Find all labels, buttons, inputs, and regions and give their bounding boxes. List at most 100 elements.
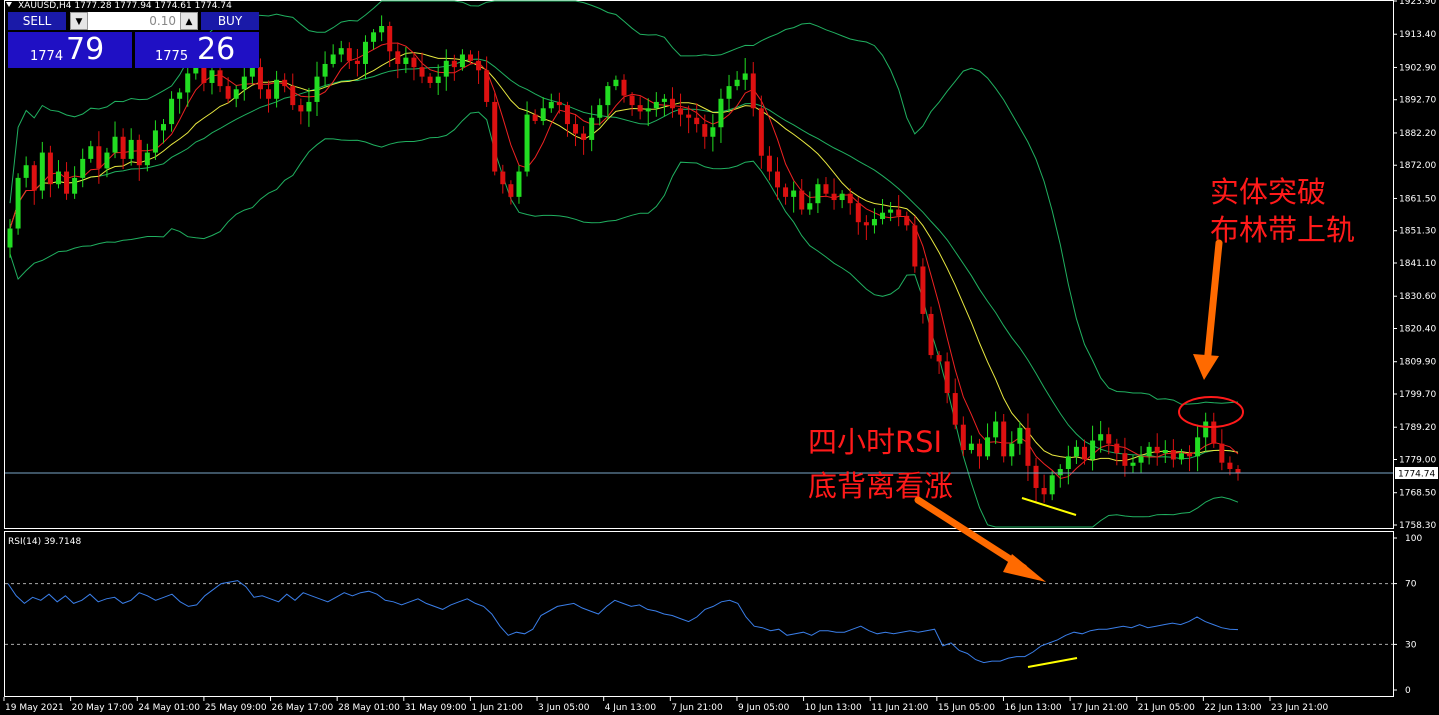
candle	[298, 98, 304, 125]
candle	[726, 74, 732, 113]
candle	[379, 15, 385, 42]
candle	[855, 197, 861, 235]
candle	[55, 160, 61, 189]
candle	[322, 51, 328, 88]
time-tick-label: 24 May 01:00	[138, 703, 200, 713]
buy-price-quote[interactable]: 1775 26	[135, 32, 259, 68]
candle	[7, 219, 13, 258]
candle	[1138, 446, 1144, 474]
candle	[1033, 457, 1039, 504]
chart-canvas[interactable]: 1923.90 1913.40 1902.90 1892.70 1882.20 1872.…	[0, 0, 1439, 715]
candle	[1170, 439, 1176, 468]
time-tick-label: 31 May 09:00	[405, 703, 467, 713]
middle-band	[9, 58, 1239, 460]
candle	[702, 114, 708, 149]
buy-price-pips: 26	[197, 32, 236, 67]
candle	[1227, 456, 1233, 476]
candle	[435, 64, 441, 95]
candle	[31, 161, 37, 205]
candle	[734, 71, 740, 91]
sell-price-pips: 79	[66, 32, 105, 67]
rsi-line	[7, 580, 1239, 664]
candle	[290, 73, 296, 110]
candle	[920, 258, 926, 324]
candle	[371, 29, 377, 50]
price-tick-label: 1789.20	[1399, 423, 1436, 433]
lot-increase-arrow-icon[interactable]: ▲	[180, 12, 198, 30]
price-tick-label: 1841.10	[1399, 259, 1436, 269]
time-tick-label: 10 Jun 13:00	[805, 703, 862, 713]
time-tick-label: 26 May 17:00	[272, 703, 334, 713]
lower-band	[9, 111, 1239, 528]
time-tick-label: 4 Jun 13:00	[605, 703, 657, 713]
moving-averages	[9, 42, 1239, 480]
candle	[1017, 421, 1023, 455]
candle	[1211, 412, 1217, 448]
candle	[15, 173, 21, 235]
price-tick-label: 1851.30	[1399, 227, 1436, 237]
candle	[314, 61, 320, 116]
sell-button[interactable]: SELL	[8, 12, 66, 30]
breakout-arrow-shaft	[1203, 239, 1223, 368]
candle	[831, 178, 837, 210]
price-tick-label: 1830.60	[1399, 292, 1436, 302]
lot-decrease-arrow-icon[interactable]: ▼	[70, 12, 88, 30]
lot-size-input[interactable]	[90, 13, 176, 28]
candle	[653, 92, 659, 117]
candle	[306, 87, 312, 127]
candle	[613, 75, 619, 91]
candle	[23, 156, 29, 188]
breakout-circle	[1178, 396, 1244, 428]
candle	[1219, 429, 1225, 471]
candle	[540, 97, 546, 126]
divergence-arrow-shaft	[914, 496, 1028, 572]
candle	[161, 118, 166, 144]
candle	[47, 145, 53, 198]
candle	[39, 141, 45, 199]
candle	[718, 88, 724, 143]
price-tick-label: 1768.50	[1399, 489, 1436, 499]
time-tick-label: 11 Jun 21:00	[871, 703, 928, 713]
candle	[476, 50, 482, 84]
candle	[968, 435, 974, 454]
rsi-title: RSI(14) 39.7148	[8, 537, 81, 547]
candle	[443, 49, 449, 91]
candle	[516, 165, 522, 204]
candle	[88, 140, 94, 163]
candle	[1146, 442, 1152, 465]
candle	[637, 96, 643, 120]
time-tick-label: 7 Jun 21:00	[671, 703, 723, 713]
candle	[266, 80, 272, 113]
lot-size-control: ▼ ▲	[70, 12, 198, 30]
buy-button[interactable]: BUY	[201, 12, 259, 30]
candle	[72, 166, 78, 199]
candle	[645, 98, 651, 127]
candle	[532, 109, 538, 125]
candle	[104, 147, 110, 178]
rsi-pane-frame	[4, 531, 1394, 697]
sell-price-quote[interactable]: 1774 79	[8, 32, 132, 68]
price-tick-label: 1892.70	[1399, 96, 1436, 106]
candle	[330, 44, 336, 68]
candle	[508, 180, 514, 205]
candle	[589, 105, 595, 152]
candle	[815, 178, 821, 214]
annotation-divergence-bullish: 底背离看涨	[808, 469, 953, 503]
candle	[985, 423, 991, 460]
candle	[136, 134, 142, 181]
candle	[904, 211, 910, 231]
price-tick-label: 1861.50	[1399, 194, 1436, 204]
candle	[362, 35, 368, 80]
candle	[710, 114, 716, 152]
candle	[1001, 413, 1007, 463]
rsi-tick-label: 100	[1405, 534, 1422, 544]
candle	[888, 202, 894, 222]
candle	[233, 85, 239, 108]
candle	[1154, 433, 1160, 466]
annotation-body-break: 实体突破	[1210, 175, 1326, 209]
annotation-upper-band: 布林带上轨	[1210, 213, 1355, 247]
candle	[1009, 431, 1015, 466]
candle	[338, 40, 344, 63]
time-tick-label: 16 Jun 13:00	[1004, 703, 1061, 713]
candle	[1090, 425, 1096, 471]
